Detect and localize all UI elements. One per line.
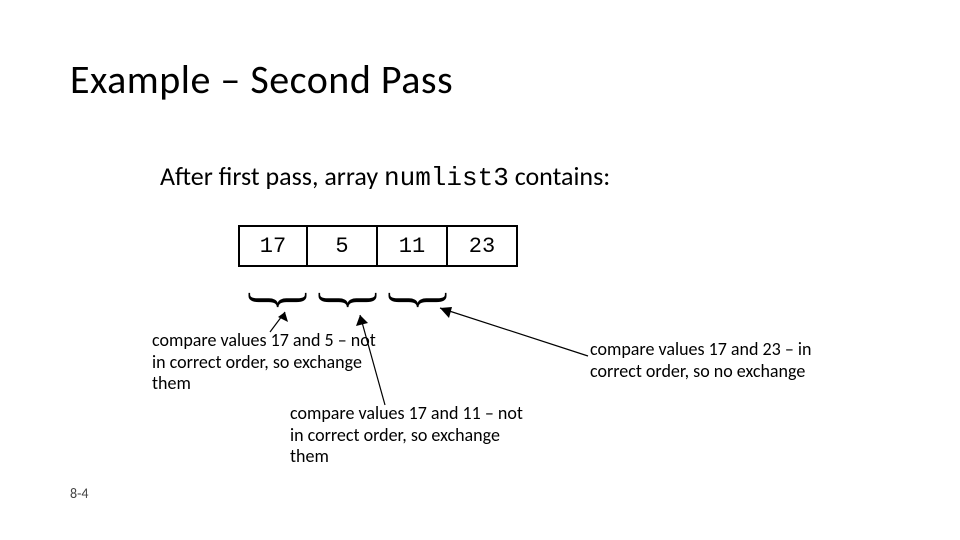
array-cell: 17: [238, 225, 308, 267]
array-cell: 5: [308, 225, 378, 267]
note-compare-2: compare values 17 and 11 – not in correc…: [290, 403, 530, 468]
subtitle-pre: After first pass, array: [160, 160, 384, 192]
array-cell: 11: [378, 225, 448, 267]
brace-icon: }: [245, 288, 315, 311]
brace-icon: }: [315, 288, 385, 311]
array-cell: 23: [448, 225, 518, 267]
brace-icon: }: [385, 288, 455, 311]
page-title: Example – Second Pass: [70, 55, 453, 104]
array: 17 5 11 23: [238, 225, 518, 267]
subtitle-code: numlist3: [384, 163, 509, 193]
note-compare-3: compare values 17 and 23 – in correct or…: [590, 339, 820, 382]
slide: Example – Second Pass After first pass, …: [0, 0, 960, 540]
subtitle-post: contains:: [509, 160, 610, 192]
subtitle: After first pass, array numlist3 contain…: [160, 160, 610, 193]
slide-number: 8-4: [70, 485, 88, 502]
note-compare-1: compare values 17 and 5 – not in correct…: [152, 330, 382, 395]
